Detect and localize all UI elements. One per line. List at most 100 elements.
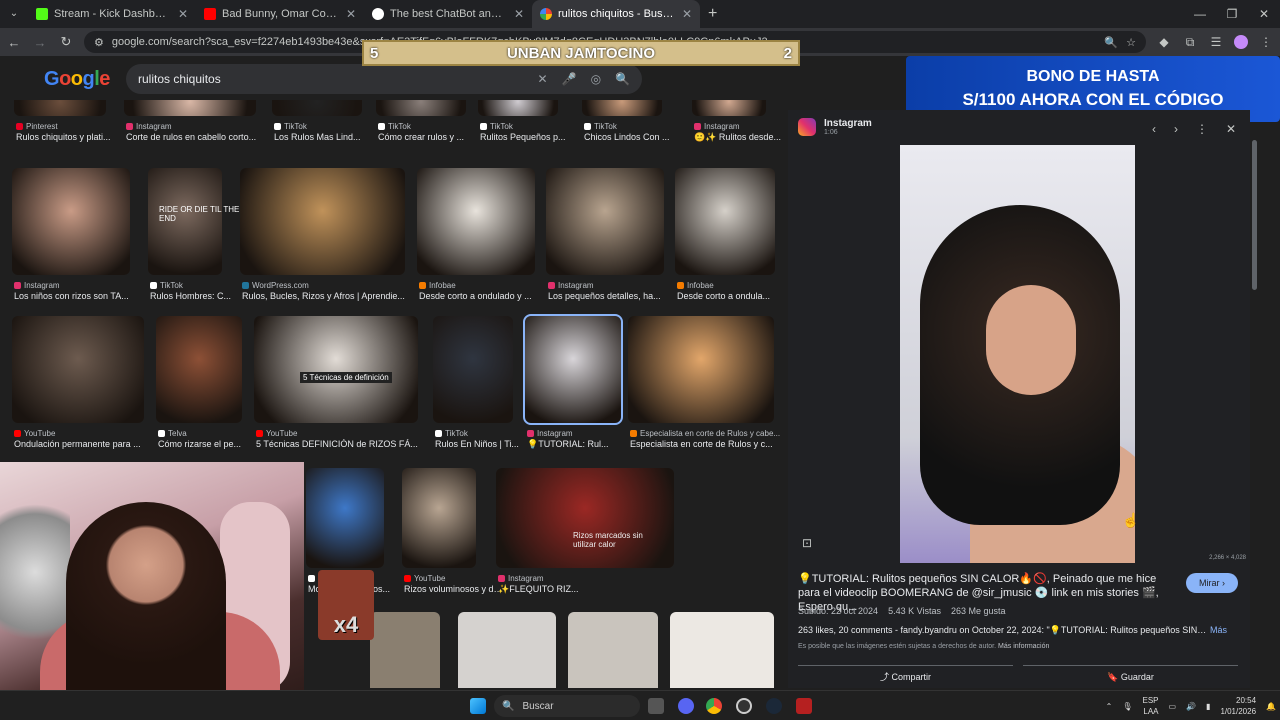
maximize-icon[interactable]: ❐ — [1216, 0, 1248, 28]
result-caption[interactable]: 5 Técnicas DEFINICIÓN de RIZOS FÁ... — [256, 439, 430, 449]
result-card[interactable]: Infobae Desde corto a ondulado y ... — [417, 168, 535, 307]
result-thumbnail[interactable] — [675, 168, 775, 275]
result-thumbnail[interactable] — [14, 100, 106, 116]
tab-youtube[interactable]: Bad Bunny, Omar Courtz, Dei V✕ — [196, 0, 364, 28]
result-thumbnail[interactable] — [402, 468, 476, 568]
result-thumbnail[interactable] — [12, 168, 130, 275]
result-caption[interactable]: Rulos En Niños | Ti... — [435, 439, 535, 449]
result-card[interactable]: Infobae Desde corto a ondula... — [675, 168, 775, 307]
more-link[interactable]: Más — [1210, 625, 1227, 635]
taskbar-search[interactable]: 🔍 Buscar — [494, 695, 640, 717]
forward-icon[interactable]: → — [32, 35, 48, 50]
chevron-up-icon[interactable]: ⌃ — [1106, 702, 1113, 711]
tab-chatbot[interactable]: The best ChatBot and Widgets✕ — [364, 0, 532, 28]
puzzle-icon[interactable]: ⧉ — [1182, 35, 1198, 50]
preview-image[interactable] — [900, 145, 1135, 563]
result-thumbnail[interactable] — [568, 612, 658, 688]
result-thumbnail[interactable] — [156, 316, 242, 423]
new-tab-button[interactable]: + — [708, 0, 717, 28]
minimize-icon[interactable]: — — [1184, 0, 1216, 28]
battery-icon[interactable]: ▮ — [1206, 702, 1210, 711]
extension-icon[interactable]: ◆ — [1156, 35, 1172, 49]
result-thumbnail[interactable] — [376, 100, 466, 116]
result-card[interactable]: Instagram 💡TUTORIAL: Rul... — [523, 314, 623, 455]
result-caption[interactable]: Rulos chiquitos y plati... — [16, 132, 118, 142]
result-caption[interactable]: Desde corto a ondula... — [677, 291, 787, 301]
result-card[interactable]: Instagram Los pequeños detalles, ha... — [546, 168, 664, 307]
result-card[interactable]: TikTok Los Rulos Mas Lind... — [272, 100, 362, 148]
result-card[interactable]: Instagram Corte de rulos en cabello corto… — [124, 100, 256, 148]
result-card[interactable]: Instagram 🙂✨ Rulitos desde... — [692, 100, 781, 148]
result-card[interactable]: TikTok Chicos Lindos Con ... — [582, 100, 670, 148]
reading-list-icon[interactable]: ☰ — [1208, 35, 1224, 49]
mic-icon[interactable]: 🎙 — [1122, 702, 1132, 711]
result-thumbnail[interactable] — [496, 468, 674, 568]
result-thumbnail[interactable] — [546, 168, 664, 275]
preview-source[interactable]: Instagram 1:06 — [798, 118, 872, 136]
result-thumbnail[interactable] — [433, 316, 513, 423]
chrome-icon[interactable] — [706, 698, 722, 714]
network-icon[interactable]: ▭ — [1169, 702, 1177, 711]
result-caption[interactable]: 🙂✨ Rulitos desde... — [694, 132, 790, 143]
result-card[interactable]: TikTok Rulos En Niños | Ti... — [433, 316, 519, 455]
search-input[interactable]: rulitos chiquitos ✕ 🎤 ◎ 🔍 — [126, 64, 642, 94]
mic-icon[interactable]: 🎤 — [562, 72, 577, 86]
reload-icon[interactable]: ↻ — [58, 34, 74, 50]
result-thumbnail[interactable] — [582, 100, 662, 116]
close-icon[interactable]: ✕ — [178, 7, 188, 21]
result-caption[interactable]: Rulos Hombres: C... — [150, 291, 250, 301]
result-caption[interactable]: Los niños con rizos son TA... — [14, 291, 142, 301]
result-card[interactable]: Pinterest Rulos chiquitos y plati... — [14, 100, 111, 148]
profile-avatar[interactable] — [1234, 35, 1248, 49]
result-card[interactable]: YouTube Ondulación permanente para ... — [12, 316, 144, 455]
result-card[interactable]: TikTok Rulitos Pequeños p... — [478, 100, 566, 148]
more-icon[interactable]: ⋮ — [1196, 122, 1208, 136]
clock[interactable]: 20:54 1/01/2026 — [1220, 695, 1256, 717]
result-caption[interactable]: Rizos voluminosos y duraderos sin utiliz… — [404, 584, 504, 594]
close-icon[interactable]: ✕ — [346, 7, 356, 21]
result-caption[interactable]: Desde corto a ondulado y ... — [419, 291, 547, 301]
result-caption[interactable]: Rulitos Pequeños p... — [480, 132, 580, 142]
result-card[interactable]: YouTubeRizos voluminosos y duraderos sin… — [402, 468, 504, 600]
notification-icon[interactable]: 🔔 — [1266, 702, 1276, 711]
next-icon[interactable]: › — [1174, 122, 1178, 136]
lens-icon[interactable]: ◎ — [591, 72, 601, 86]
site-info-icon[interactable]: ⚙ — [94, 36, 104, 49]
result-card[interactable]: TikTok Cómo crear rulos y ... — [376, 100, 466, 148]
tab-kick[interactable]: Stream - Kick Dashboard ✕ — [28, 0, 196, 28]
bookmark-star-icon[interactable]: ☆ — [1126, 36, 1136, 49]
result-card[interactable]: Instagram Los niños con rizos son TA... — [12, 168, 130, 307]
google-logo[interactable]: Google — [44, 68, 110, 91]
result-card[interactable]: Especialista en corte de Rulos y cabe...… — [628, 316, 780, 455]
result-caption[interactable]: Los pequeños detalles, ha... — [548, 291, 676, 301]
tab-google-search[interactable]: rulitos chiquitos - Buscar con G✕ — [532, 0, 700, 28]
back-icon[interactable]: ← — [6, 35, 22, 50]
speaker-icon[interactable]: 🔊 — [1186, 702, 1196, 711]
result-caption[interactable]: ✨FLEQUITO RIZ... — [498, 584, 686, 595]
tab-search-icon[interactable]: ⌄ — [0, 0, 28, 28]
save-button[interactable]: 🔖 Guardar — [1023, 665, 1238, 687]
result-caption[interactable]: Especialista en corte de Rulos y c... — [630, 439, 786, 449]
lens-search-icon[interactable]: ⊡ — [802, 536, 812, 550]
result-caption[interactable]: Cómo crear rulos y ... — [378, 132, 478, 142]
close-window-icon[interactable]: ✕ — [1248, 0, 1280, 28]
result-caption[interactable]: Chicos Lindos Con ... — [584, 132, 684, 142]
result-thumbnail[interactable] — [417, 168, 535, 275]
zoom-icon[interactable]: 🔍 — [1104, 36, 1118, 49]
close-icon[interactable]: ✕ — [682, 7, 692, 21]
result-caption[interactable]: 💡TUTORIAL: Rul... — [527, 439, 633, 450]
result-thumbnail[interactable] — [692, 100, 766, 116]
result-thumbnail[interactable] — [670, 612, 774, 688]
app-icon[interactable] — [796, 698, 812, 714]
result-thumbnail[interactable] — [628, 316, 774, 423]
result-thumbnail[interactable] — [306, 468, 384, 568]
obs-icon[interactable] — [736, 698, 752, 714]
language-indicator[interactable]: ESP LAA — [1142, 695, 1158, 717]
result-thumbnail[interactable] — [458, 612, 556, 688]
result-thumbnail[interactable] — [254, 316, 418, 423]
result-card[interactable]: WordPress.com Rulos, Bucles, Rizos y Afro… — [240, 168, 405, 307]
result-thumbnail[interactable] — [124, 100, 256, 116]
search-icon[interactable]: 🔍 — [615, 72, 630, 86]
result-caption[interactable]: Ondulación permanente para ... — [14, 439, 156, 449]
result-thumbnail[interactable] — [523, 314, 623, 425]
